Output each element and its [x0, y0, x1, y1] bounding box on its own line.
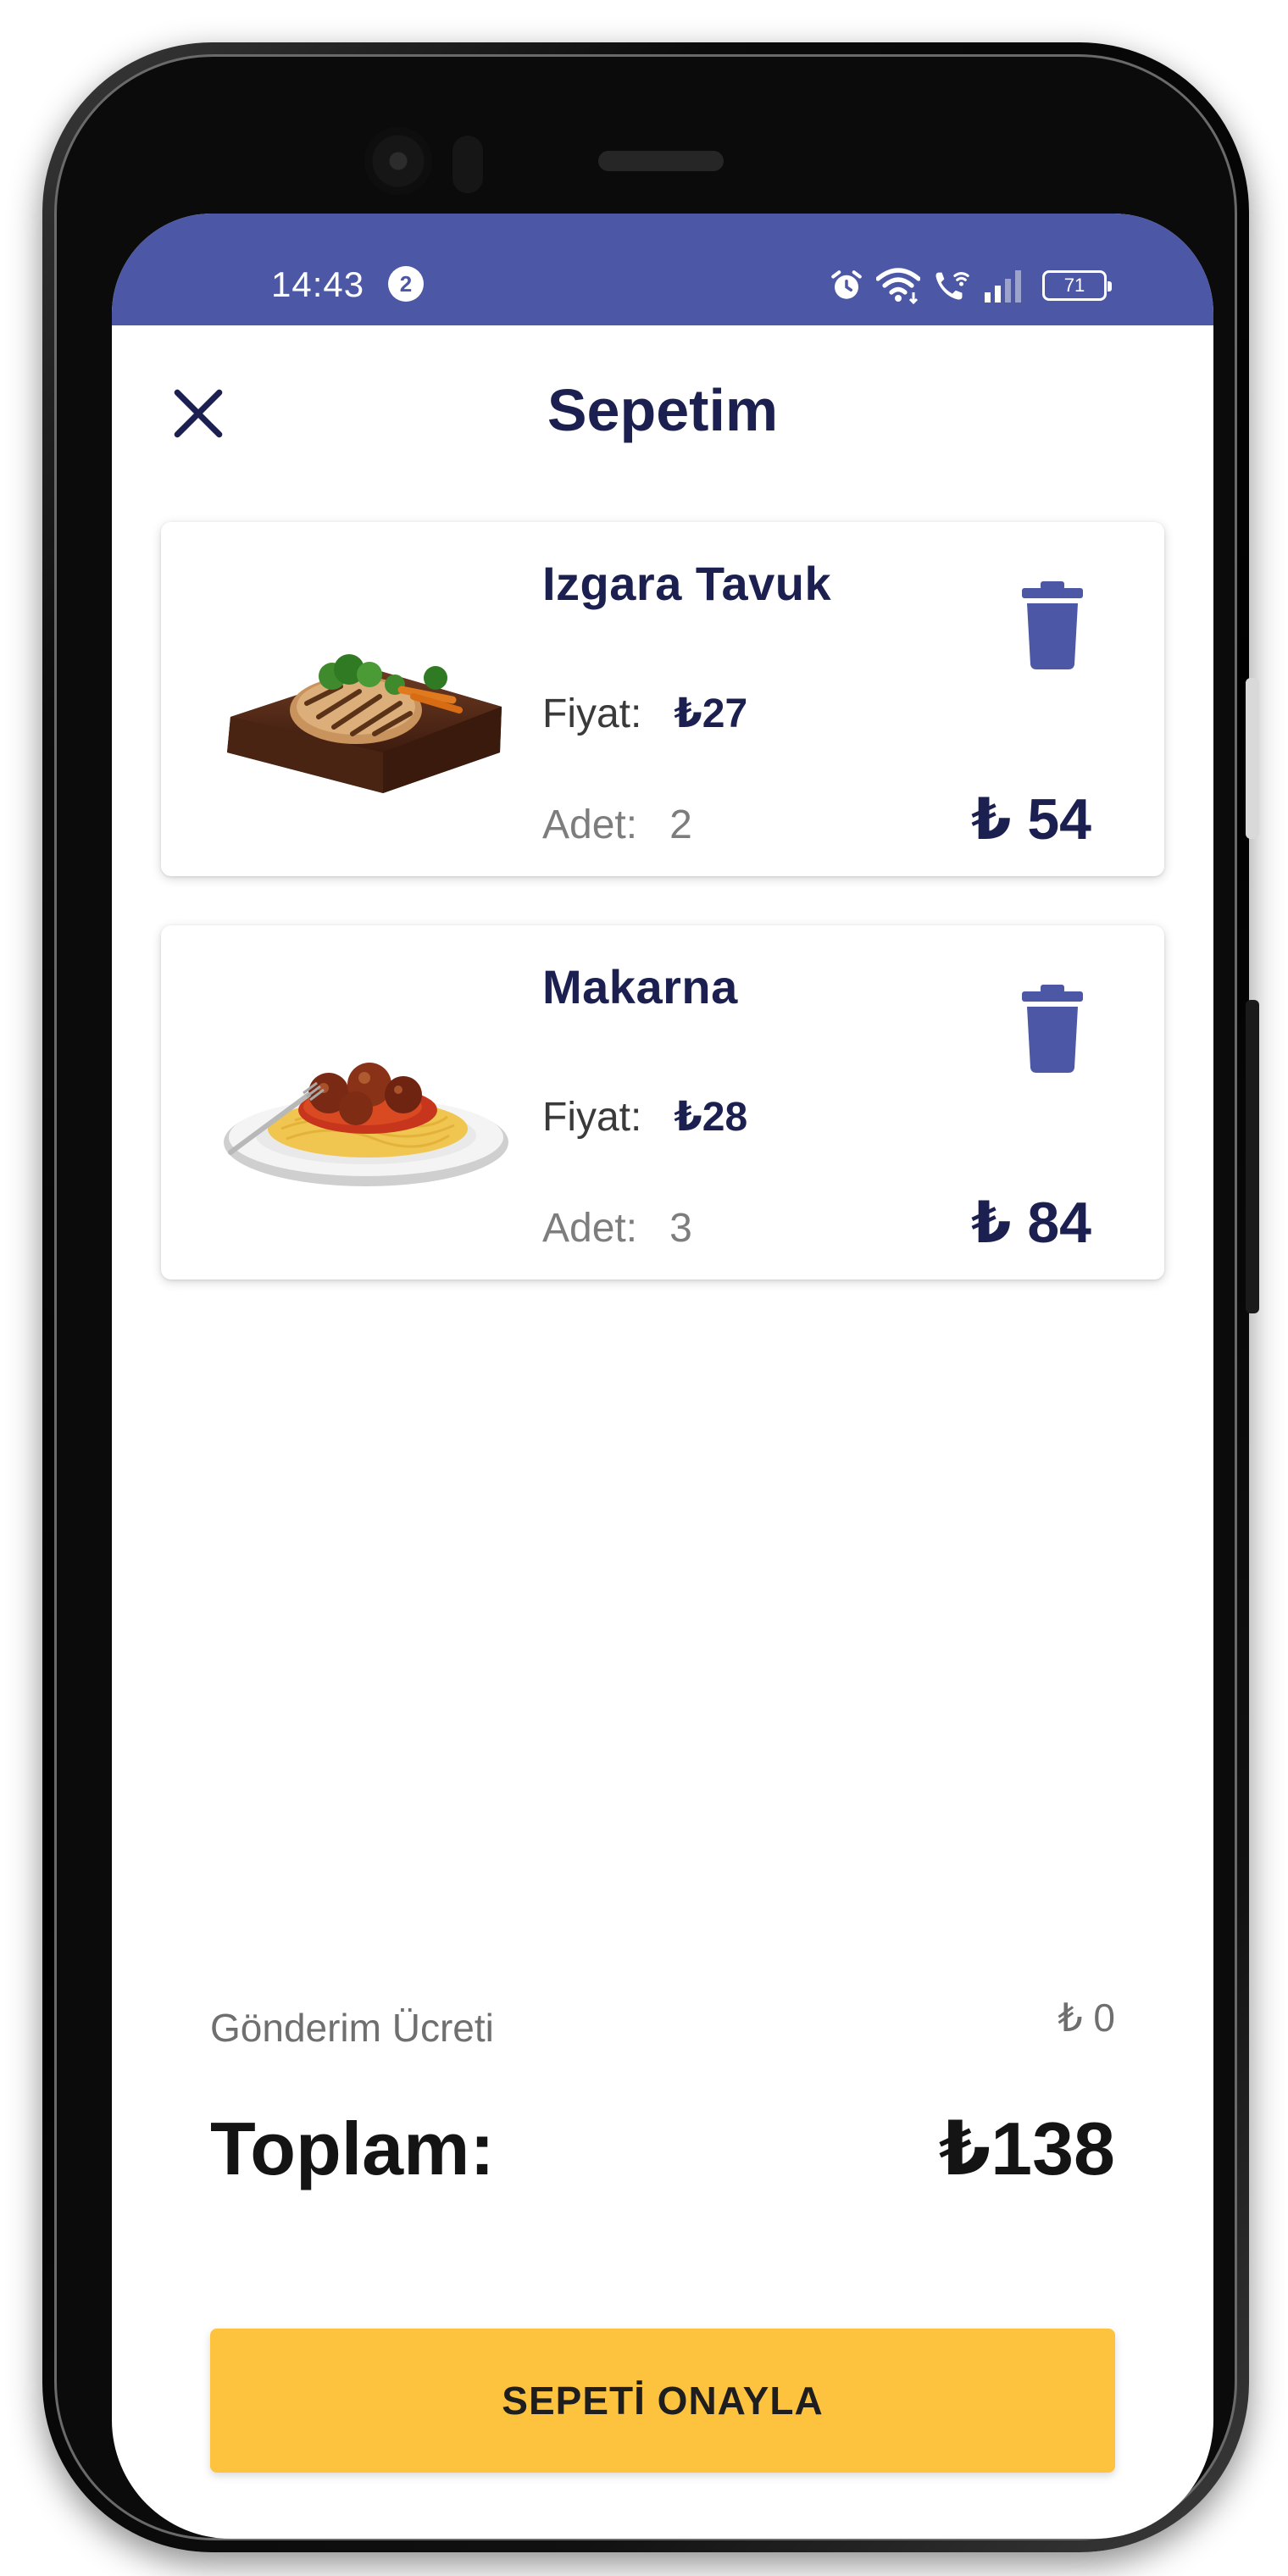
cart-item: Makarna Fiyat: ₺28 Adet: 3 ₺ 84	[161, 925, 1164, 1280]
total-value: ₺138	[938, 2107, 1115, 2190]
line-total: ₺ 54	[971, 787, 1091, 852]
confirm-cart-button[interactable]: SEPETİ ONAYLA	[210, 2329, 1115, 2473]
shipping-row: Gönderim Ücreti ₺ 0	[210, 1995, 1115, 2051]
trash-icon[interactable]	[1020, 985, 1085, 1073]
trash-icon[interactable]	[1020, 581, 1085, 669]
cart-item: Izgara Tavuk Fiyat: ₺27 Adet: 2 ₺ 54	[161, 522, 1164, 876]
price-row: Fiyat: ₺27	[542, 690, 747, 737]
speaker-grille	[598, 151, 724, 171]
quantity-label: Adet:	[542, 1206, 638, 1251]
quantity-label: Adet:	[542, 802, 638, 847]
page-title: Sepetim	[547, 377, 779, 443]
wifi-icon	[876, 268, 920, 304]
signal-icon	[985, 270, 1021, 303]
power-button	[1246, 1000, 1259, 1313]
wifi-call-icon	[935, 272, 969, 300]
price-row: Fiyat: ₺28	[542, 1093, 747, 1141]
total-row: Toplam: ₺138	[210, 2105, 1115, 2192]
quantity-row: Adet: 3	[542, 1205, 692, 1252]
quantity-value: 2	[669, 802, 692, 847]
grilled-chicken-image	[227, 654, 502, 793]
total-label: Toplam:	[210, 2107, 495, 2190]
screen: 14:43 2 71 Sepetim Izgara Tavuk Fiyat: ₺…	[112, 214, 1213, 2539]
quantity-row: Adet: 2	[542, 802, 692, 848]
price-value: ₺27	[674, 691, 748, 736]
camera-icon	[364, 127, 432, 195]
price-label: Fiyat:	[542, 691, 642, 736]
item-name: Izgara Tavuk	[542, 557, 832, 610]
price-value: ₺28	[674, 1095, 748, 1140]
sensor-icon	[452, 136, 483, 193]
item-name: Makarna	[542, 960, 738, 1013]
cart-list: Izgara Tavuk Fiyat: ₺27 Adet: 2 ₺ 54 Mak…	[161, 522, 1164, 1329]
status-bar: 14:43 2 71	[112, 214, 1213, 325]
spaghetti-image	[224, 1063, 508, 1186]
price-label: Fiyat:	[542, 1095, 642, 1140]
shipping-label: Gönderim Ücreti	[210, 2006, 494, 2050]
shipping-value: ₺ 0	[1058, 1996, 1115, 2040]
status-icons: 71	[829, 264, 1112, 307]
alarm-icon	[831, 270, 862, 299]
line-total: ₺ 84	[971, 1191, 1091, 1255]
quantity-value: 3	[669, 1206, 692, 1251]
battery-icon: 71	[1042, 270, 1112, 301]
volume-button	[1246, 678, 1259, 839]
notification-badge: 2	[388, 266, 424, 302]
status-time: 14:43	[271, 264, 365, 304]
